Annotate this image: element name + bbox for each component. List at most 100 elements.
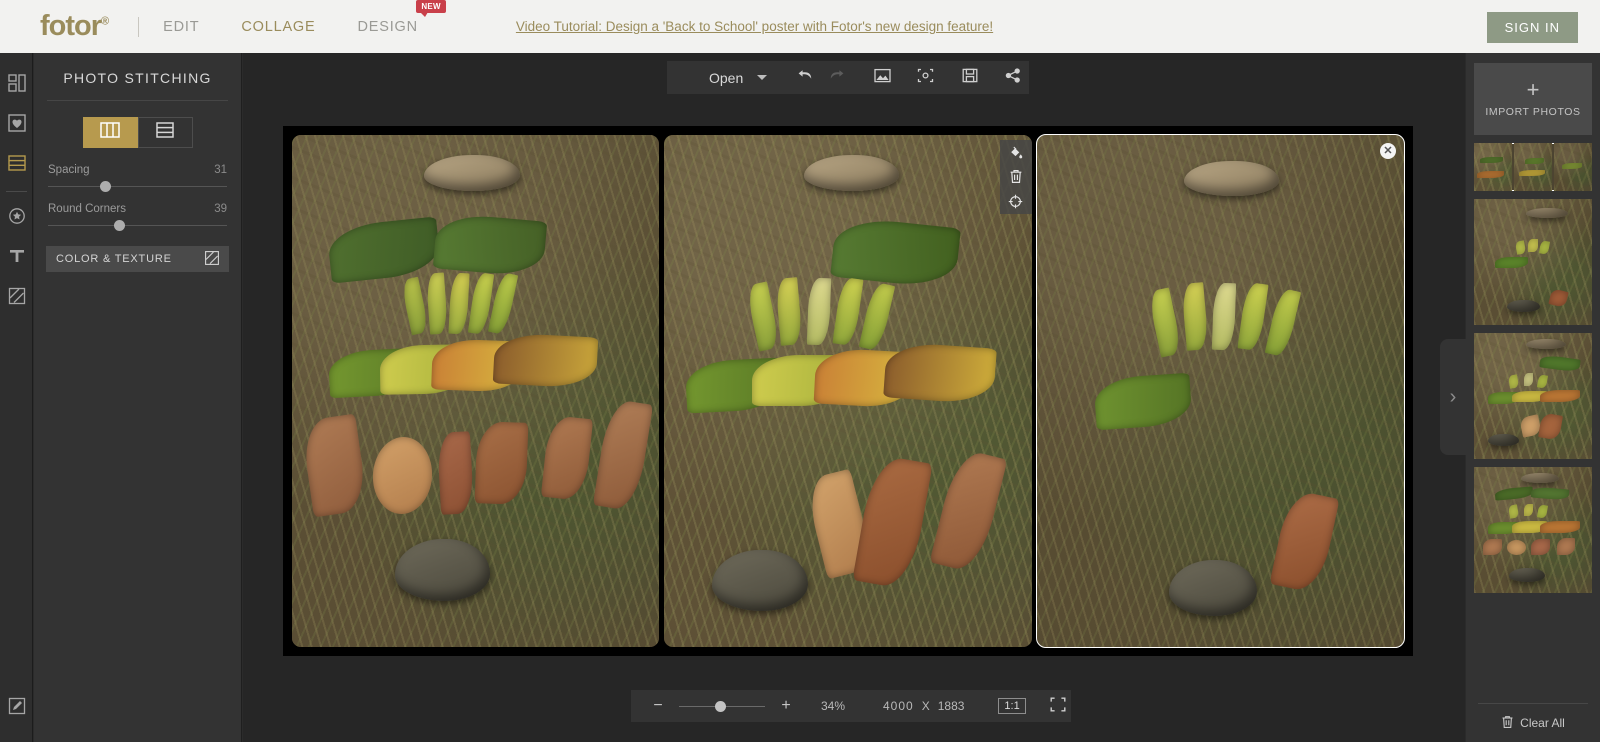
nav-item-edit[interactable]: EDIT: [161, 15, 201, 39]
canvas-width-value: 4000: [883, 699, 914, 713]
share-button[interactable]: [997, 61, 1029, 94]
sidebar-item-favorites[interactable]: [0, 105, 33, 145]
spacing-value: 31: [214, 164, 227, 176]
redo-button[interactable]: [821, 61, 853, 94]
save-icon: [962, 68, 978, 88]
collage-canvas[interactable]: ✕: [283, 126, 1413, 656]
logo-registered-mark: ®: [101, 15, 109, 28]
actual-size-button[interactable]: 1:1: [998, 698, 1026, 714]
round-corners-slider-knob[interactable]: [114, 220, 126, 231]
right-panel-toggle[interactable]: ›: [1440, 339, 1466, 455]
collage-cell-1[interactable]: [292, 135, 660, 647]
leaf-shape: [436, 431, 475, 515]
spacing-row: Spacing 31: [48, 164, 227, 176]
round-corners-value: 39: [214, 203, 227, 215]
panel-divider: [47, 100, 228, 101]
round-corners-slider-track[interactable]: [48, 220, 227, 231]
edit-icon: [8, 697, 26, 720]
fotor-logo[interactable]: fotor®: [40, 10, 109, 43]
image-icon: [874, 68, 891, 88]
photos-panel: + IMPORT PHOTOS Clear All: [1466, 53, 1600, 742]
nav-item-design[interactable]: DESIGN NEW: [355, 0, 446, 39]
spacing-label: Spacing: [48, 164, 90, 176]
zoom-in-button[interactable]: +: [769, 697, 803, 715]
round-corners-row: Round Corners 39: [48, 203, 227, 215]
trash-icon: [1501, 715, 1514, 732]
sign-in-button[interactable]: SIGN IN: [1486, 12, 1578, 43]
text-icon: [8, 247, 26, 270]
clear-all-section: Clear All: [1466, 703, 1600, 742]
cell-floating-toolbar: [999, 140, 1032, 214]
texture-swatch-icon: [205, 250, 219, 268]
video-tutorial-link[interactable]: Video Tutorial: Design a 'Back to School…: [516, 19, 993, 34]
photo-stitching-panel: PHOTO STITCHING Spacing 31 Round Corners…: [34, 53, 242, 742]
sticker-icon: [8, 207, 26, 230]
spacing-slider-knob[interactable]: [99, 181, 111, 192]
zoom-out-button[interactable]: −: [641, 697, 675, 715]
fill-color-icon[interactable]: [1008, 145, 1023, 160]
rail-bottom-section: [0, 688, 33, 728]
spacing-slider-track[interactable]: [48, 181, 227, 192]
left-tool-rail: [0, 53, 33, 742]
nav-divider: [138, 16, 140, 37]
leaf-shape: [882, 341, 997, 405]
rock-shape: [712, 549, 808, 612]
layout-toggle-group: [82, 117, 193, 148]
rock-shape: [394, 539, 491, 601]
fullscreen-icon: [1050, 697, 1066, 715]
collage-cell-3[interactable]: ✕: [1035, 134, 1405, 648]
share-icon: [1005, 67, 1021, 88]
sidebar-item-photo-stitching[interactable]: [0, 145, 33, 185]
rock-shape: [1168, 559, 1258, 617]
rock-shape: [803, 155, 900, 192]
rock-shape: [1183, 160, 1280, 197]
sidebar-item-layout[interactable]: [0, 65, 33, 105]
crop-icon: [917, 68, 934, 88]
collage-cell-2[interactable]: [664, 135, 1032, 647]
thumbnail-collage[interactable]: [1474, 143, 1592, 191]
sidebar-item-edit-tool[interactable]: [0, 688, 33, 728]
panel-title: PHOTO STITCHING: [63, 70, 212, 86]
layout-icon: [7, 73, 26, 97]
thumbnail-photo-3[interactable]: [1474, 467, 1592, 593]
thumbnail-photo-1[interactable]: [1474, 199, 1592, 325]
canvas-toolbar: Open: [667, 61, 1029, 94]
thumbnail-photo-2[interactable]: [1474, 333, 1592, 459]
nav-item-collage[interactable]: COLLAGE: [239, 15, 317, 39]
thumbnail-list: [1466, 143, 1600, 593]
color-and-texture-label: COLOR & TEXTURE: [56, 253, 172, 265]
zoom-slider-knob[interactable]: [715, 700, 726, 712]
zoom-slider-track[interactable]: [679, 700, 765, 712]
crop-button[interactable]: [910, 61, 942, 94]
plus-icon: +: [1526, 77, 1540, 102]
nav-item-design-label: DESIGN: [357, 18, 418, 35]
undo-button[interactable]: [789, 61, 821, 94]
clear-all-button[interactable]: Clear All: [1466, 704, 1600, 742]
delete-icon[interactable]: [1009, 169, 1023, 184]
leaf-shape: [433, 212, 548, 278]
chevron-down-icon[interactable]: [757, 75, 768, 80]
chevron-right-icon: ›: [1449, 385, 1457, 408]
dimension-separator: X: [921, 699, 930, 713]
clear-all-label: Clear All: [1520, 716, 1565, 730]
fit-screen-button[interactable]: [1050, 697, 1066, 715]
reposition-icon[interactable]: [1008, 194, 1023, 209]
leaf-shape: [806, 277, 831, 346]
zoom-toolbar: − + 34% 4000 X 1883 1:1: [631, 690, 1071, 722]
sidebar-item-sticker[interactable]: [0, 198, 33, 238]
rail-separator: [5, 191, 27, 192]
import-photos-button[interactable]: + IMPORT PHOTOS: [1474, 63, 1592, 135]
sidebar-item-background[interactable]: [0, 278, 33, 318]
sidebar-item-text[interactable]: [0, 238, 33, 278]
leaf-shape: [1211, 283, 1237, 351]
close-icon[interactable]: ✕: [1379, 143, 1396, 159]
color-and-texture-button[interactable]: COLOR & TEXTURE: [46, 246, 229, 272]
layout-option-horizontal-rows[interactable]: [137, 117, 193, 148]
canvas-height-value: 1883: [937, 699, 965, 713]
leaf-shape: [448, 272, 470, 336]
save-button[interactable]: [954, 61, 986, 94]
layout-option-vertical-columns[interactable]: [82, 117, 138, 148]
background-icon: [8, 287, 26, 310]
open-button[interactable]: Open: [709, 70, 743, 86]
image-button[interactable]: [867, 61, 899, 94]
